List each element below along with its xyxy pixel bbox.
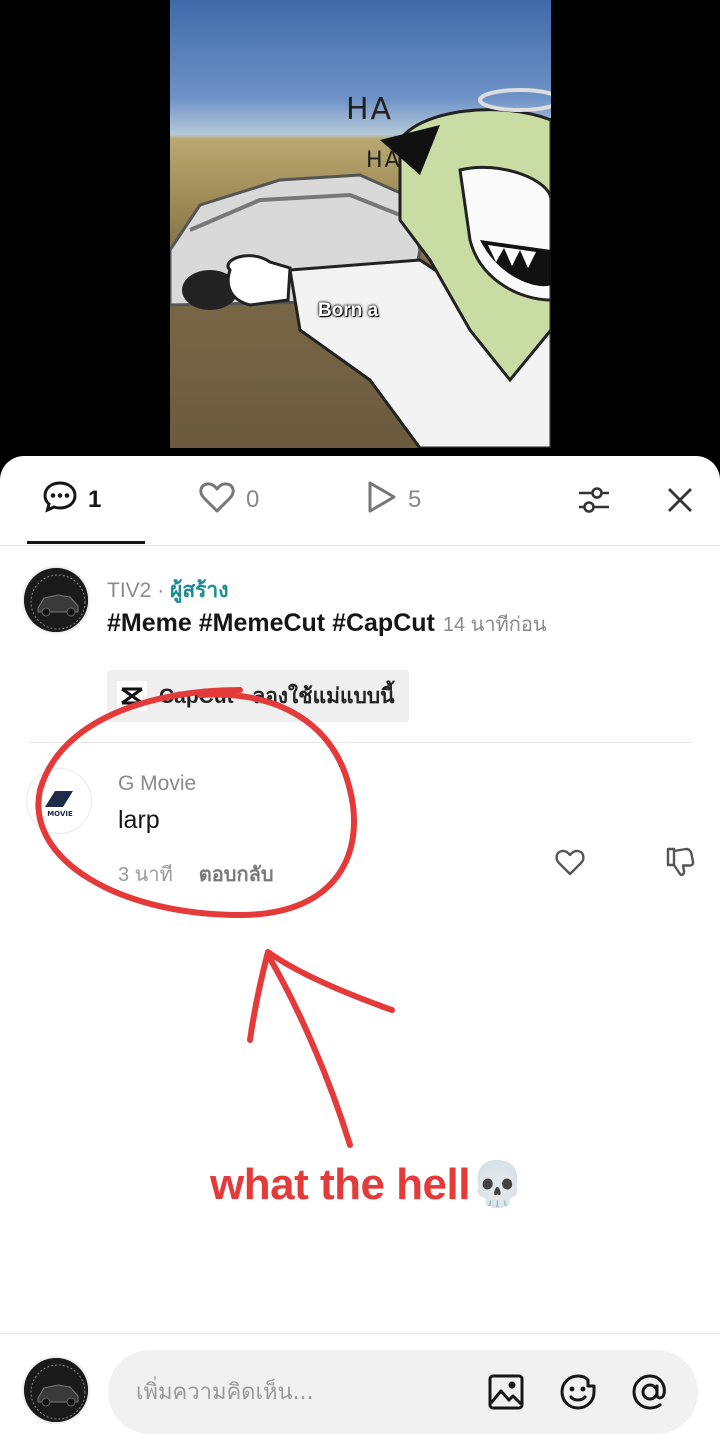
sliders-icon[interactable] bbox=[574, 480, 614, 520]
heart-icon bbox=[198, 479, 236, 522]
video-player[interactable]: HA HA Born a bbox=[0, 0, 720, 460]
list-item: MOVIE G Movie larp 3 นาที ตอบกลับ bbox=[0, 746, 720, 896]
tab-comments[interactable]: 1 bbox=[42, 480, 101, 520]
comment-input[interactable] bbox=[136, 1372, 476, 1412]
play-icon bbox=[364, 479, 398, 522]
comment-icon bbox=[42, 479, 78, 522]
tab-plays-count: 5 bbox=[408, 486, 422, 513]
dislike-icon[interactable] bbox=[660, 842, 700, 882]
comment-time: 3 นาที bbox=[118, 864, 173, 886]
avatar[interactable] bbox=[22, 566, 90, 634]
comment-text: #Meme #MemeCut #CapCut 14 นาทีก่อน bbox=[107, 608, 547, 640]
comment-text: larp bbox=[118, 806, 160, 834]
avatar[interactable]: MOVIE bbox=[26, 768, 92, 834]
emoji-icon[interactable] bbox=[556, 1370, 600, 1414]
separator: · bbox=[151, 579, 171, 602]
avatar-logo-text: MOVIE bbox=[47, 810, 73, 818]
template-chip[interactable]: CapCut · ลองใช้แม่แบบนี้ bbox=[107, 670, 409, 722]
tab-plays[interactable]: 5 bbox=[364, 480, 421, 520]
tab-likes-count: 0 bbox=[246, 486, 260, 513]
hashtags[interactable]: #Meme #MemeCut #CapCut bbox=[107, 609, 435, 637]
video-frame: HA HA Born a bbox=[170, 0, 551, 448]
heart-icon[interactable] bbox=[550, 842, 590, 882]
video-overlay-text: HA bbox=[346, 92, 394, 127]
capcut-logo-icon bbox=[115, 679, 149, 713]
video-scene bbox=[170, 88, 551, 448]
comment-author[interactable]: TIV2 bbox=[107, 579, 151, 602]
video-overlay-text: HA bbox=[366, 148, 402, 173]
mention-icon[interactable] bbox=[628, 1370, 672, 1414]
tab-comments-count: 1 bbox=[88, 486, 102, 513]
tab-likes[interactable]: 0 bbox=[198, 480, 259, 520]
avatar bbox=[22, 1356, 90, 1424]
creator-badge: ผู้สร้าง bbox=[170, 579, 229, 602]
comment-author-line: TIV2 · ผู้สร้าง bbox=[107, 574, 228, 607]
comment-composer bbox=[0, 1333, 720, 1440]
comments-sheet: 1 0 5 TIV2 · ผู้สร้าง #Meme #MemeCut #Ca… bbox=[0, 456, 720, 1440]
reply-button[interactable]: ตอบกลับ bbox=[199, 864, 274, 886]
template-chip-label: CapCut · ลองใช้แม่แบบนี้ bbox=[159, 684, 395, 708]
comment-time: 14 นาทีก่อน bbox=[442, 614, 547, 636]
comment-input-container bbox=[108, 1350, 698, 1434]
comment-meta: 3 นาที ตอบกลับ bbox=[118, 858, 274, 890]
comment-author[interactable]: G Movie bbox=[118, 772, 196, 796]
close-icon[interactable] bbox=[660, 480, 700, 520]
tab-bar: 1 0 5 bbox=[0, 456, 720, 546]
active-tab-indicator bbox=[27, 541, 145, 544]
video-caption: Born a bbox=[318, 300, 379, 321]
divider bbox=[30, 742, 692, 743]
image-icon[interactable] bbox=[484, 1370, 528, 1414]
creator-comment: TIV2 · ผู้สร้าง #Meme #MemeCut #CapCut 14… bbox=[0, 546, 720, 746]
